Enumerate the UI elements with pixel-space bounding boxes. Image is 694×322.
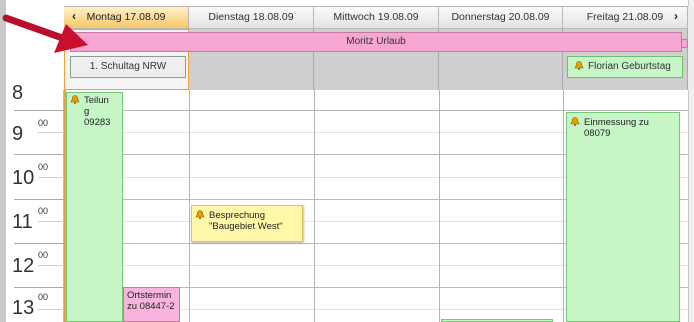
- appointment-teilung[interactable]: Teilun g 09283: [66, 92, 123, 322]
- half-hour-divider: [38, 309, 64, 310]
- minute-label: 00: [38, 206, 49, 216]
- half-hour-divider: [38, 177, 64, 178]
- hour-label-13: 13: [12, 297, 35, 319]
- hour-label-10: 10: [12, 167, 35, 189]
- hour-label-8: 8: [12, 82, 24, 104]
- hour-label-9: 9: [12, 123, 24, 145]
- day-divider: [314, 90, 315, 322]
- next-week-icon[interactable]: ›: [674, 6, 678, 29]
- all-day-event-geburtstag[interactable]: Florian Geburtstag: [567, 56, 683, 78]
- appointment-ortstermin[interactable]: Ortstermin zu 08447-2: [123, 287, 180, 322]
- day-header-tuesday[interactable]: Dienstag 18.08.09: [189, 6, 314, 29]
- grid-hour-line: [64, 110, 688, 111]
- bell-icon: [574, 61, 584, 70]
- appointment-einmessung[interactable]: Einmessung zu 08079: [566, 112, 680, 322]
- red-arrow-icon: [2, 14, 88, 53]
- bell-icon: [570, 117, 580, 126]
- hour-label-11: 11: [12, 211, 33, 233]
- day-divider: [439, 90, 440, 322]
- half-hour-divider: [38, 132, 64, 133]
- event-resize-handle[interactable]: [681, 39, 688, 48]
- minute-label: 00: [38, 162, 49, 172]
- hour-divider: [14, 110, 64, 111]
- hour-divider: [14, 154, 64, 155]
- hour-divider: [14, 243, 64, 244]
- calendar-week-view: Montag 17.08.09 Dienstag 18.08.09 Mittwo…: [0, 0, 694, 322]
- day-header-friday[interactable]: Freitag 21.08.09: [563, 6, 688, 29]
- appointment-besprechung[interactable]: Besprechung "Baugebiet West": [191, 205, 303, 242]
- minute-label: 00: [38, 118, 49, 128]
- day-divider: [563, 90, 564, 322]
- hour-label-12: 12: [12, 255, 35, 277]
- day-header-wednesday[interactable]: Mittwoch 19.08.09: [314, 6, 439, 29]
- day-divider: [189, 90, 190, 322]
- hour-divider: [14, 287, 64, 288]
- hour-divider: [14, 199, 64, 200]
- minute-label: 00: [38, 292, 49, 302]
- half-hour-divider: [38, 265, 64, 266]
- bell-icon: [195, 210, 205, 219]
- all-day-event-moritz-urlaub[interactable]: Moritz Urlaub: [70, 32, 682, 52]
- minute-label: 00: [38, 250, 49, 260]
- day-header-thursday[interactable]: Donnerstag 20.08.09: [439, 6, 563, 29]
- scrollbar-header-area: [688, 6, 694, 90]
- half-hour-divider: [38, 221, 64, 222]
- bell-icon: [70, 95, 80, 104]
